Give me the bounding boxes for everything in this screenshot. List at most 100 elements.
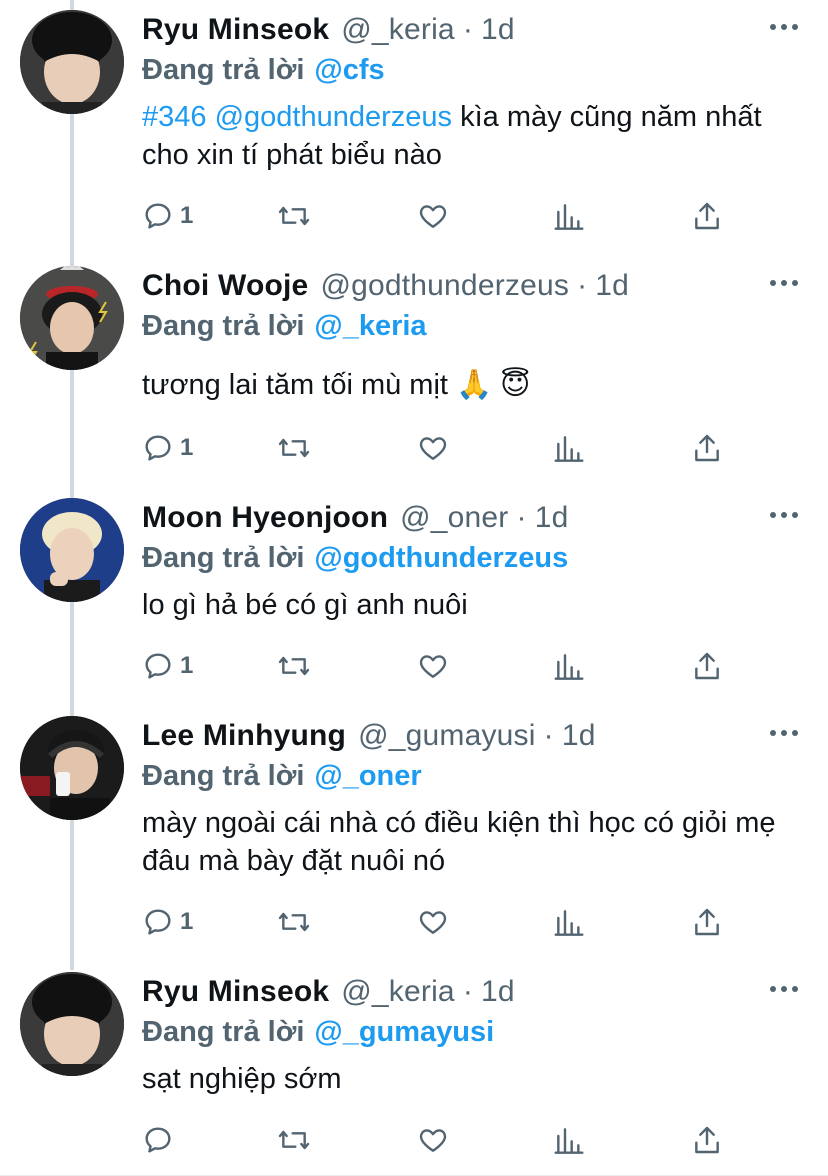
timestamp[interactable]: 1d [481,975,515,1009]
separator-dot: · [577,269,588,302]
reply-icon [145,435,171,461]
retweet-icon [278,438,310,458]
replying-to: Đang trả lời @_oner [142,758,422,794]
tweet-header: Moon Hyeonjoon @_oner · 1d [142,498,568,538]
tweet-actions: 1 [142,196,742,236]
like-button[interactable] [416,428,450,468]
like-icon [419,205,447,228]
like-button[interactable] [416,1120,450,1160]
share-icon [695,202,719,230]
like-icon [419,911,447,934]
analytics-button[interactable] [554,1120,584,1160]
separator-dot: · [516,501,527,534]
like-icon [419,655,447,678]
share-button[interactable] [692,196,722,236]
tweet-text: sạt nghiệp sớm [142,1063,342,1095]
reply-button[interactable]: 1 [142,196,193,236]
share-icon [695,1126,719,1154]
retweet-button[interactable] [276,646,312,686]
more-icon[interactable] [770,22,798,32]
avatar[interactable] [20,266,124,370]
user-handle[interactable]: @_oner [400,501,508,535]
reply-mention-link[interactable]: @_oner [314,760,421,793]
separator-dot: · [462,975,474,1008]
replying-to: Đang trả lời @godthunderzeus [142,540,568,576]
more-icon[interactable] [770,510,798,520]
analytics-button[interactable] [554,428,584,468]
separator-dot: · [543,719,554,752]
reply-button[interactable]: 1 [142,902,193,942]
replying-to: Đang trả lời @_gumayusi [142,1014,494,1050]
retweet-button[interactable] [276,196,312,236]
tweet[interactable]: Ryu Minseok @_keria · 1d Đang trả lời @_… [0,962,828,1176]
analytics-icon [554,654,584,680]
more-icon[interactable] [770,278,798,288]
display-name[interactable]: Choi Wooje [142,269,308,303]
like-button[interactable] [416,646,450,686]
retweet-icon [278,912,310,932]
user-handle[interactable]: @_keria [341,975,455,1009]
tweet-actions [142,1120,742,1160]
more-icon[interactable] [770,984,798,994]
reply-button[interactable]: 1 [142,428,193,468]
tweet-text: #346 @godthunderzeus kìa mày cũng năm nh… [142,98,802,174]
user-handle[interactable]: @godthunderzeus [320,269,569,303]
user-handle[interactable]: @_gumayusi [358,719,536,753]
retweet-button[interactable] [276,428,312,468]
more-icon[interactable] [770,728,798,738]
display-name[interactable]: Moon Hyeonjoon [142,501,388,535]
avatar[interactable] [20,498,124,602]
reply-icon [145,909,171,935]
reply-mention-link[interactable]: @cfs [314,54,384,87]
retweet-icon [278,206,310,226]
timestamp[interactable]: 1d [562,719,596,753]
share-button[interactable] [692,1120,722,1160]
avatar[interactable] [20,10,124,114]
reply-icon [145,653,171,679]
replying-to-label: Đang trả lời [142,541,305,574]
reply-mention-link[interactable]: @_gumayusi [314,1016,494,1049]
share-button[interactable] [692,428,722,468]
retweet-button[interactable] [276,1120,312,1160]
analytics-icon [554,910,584,936]
like-icon [419,437,447,460]
timestamp[interactable]: 1d [595,269,629,303]
tweet-actions: 1 [142,428,742,468]
separator-dot: · [462,13,474,46]
like-button[interactable] [416,902,450,942]
tweet[interactable]: Choi Wooje @godthunderzeus · 1d Đang trả… [0,256,828,490]
analytics-button[interactable] [554,646,584,686]
tweet-header: Ryu Minseok @_keria · 1d [142,10,515,50]
reply-mention-link[interactable]: @_keria [314,310,426,343]
tweet-actions: 1 [142,646,742,686]
reply-icon [145,203,171,229]
share-button[interactable] [692,902,722,942]
retweet-button[interactable] [276,902,312,942]
share-icon [695,652,719,680]
analytics-button[interactable] [554,196,584,236]
share-icon [695,908,719,936]
avatar[interactable] [20,716,124,820]
display-name[interactable]: Ryu Minseok [142,13,329,47]
analytics-button[interactable] [554,902,584,942]
reply-mention-link[interactable]: @godthunderzeus [314,542,568,575]
analytics-icon [554,1128,584,1154]
avatar[interactable] [20,972,124,1076]
hashtag-link[interactable]: #346 [142,101,207,133]
reply-button[interactable] [142,1120,174,1160]
tweet-header: Ryu Minseok @_keria · 1d [142,972,515,1012]
display-name[interactable]: Ryu Minseok [142,975,329,1009]
tweet[interactable]: Lee Minhyung @_gumayusi · 1d Đang trả lờ… [0,706,828,962]
tweet-text: lo gì hả bé có gì anh nuôi [142,589,468,621]
like-button[interactable] [416,196,450,236]
user-handle[interactable]: @_keria [341,13,455,47]
display-name[interactable]: Lee Minhyung [142,719,346,753]
tweet[interactable]: Moon Hyeonjoon @_oner · 1d Đang trả lời … [0,488,828,706]
share-button[interactable] [692,646,722,686]
replying-to-label: Đang trả lời [142,1015,305,1048]
tweet[interactable]: Ryu Minseok @_keria · 1d Đang trả lời @c… [0,0,828,256]
mention-link[interactable]: @godthunderzeus [215,101,452,133]
reply-button[interactable]: 1 [142,646,193,686]
timestamp[interactable]: 1d [481,13,515,47]
timestamp[interactable]: 1d [535,501,569,535]
